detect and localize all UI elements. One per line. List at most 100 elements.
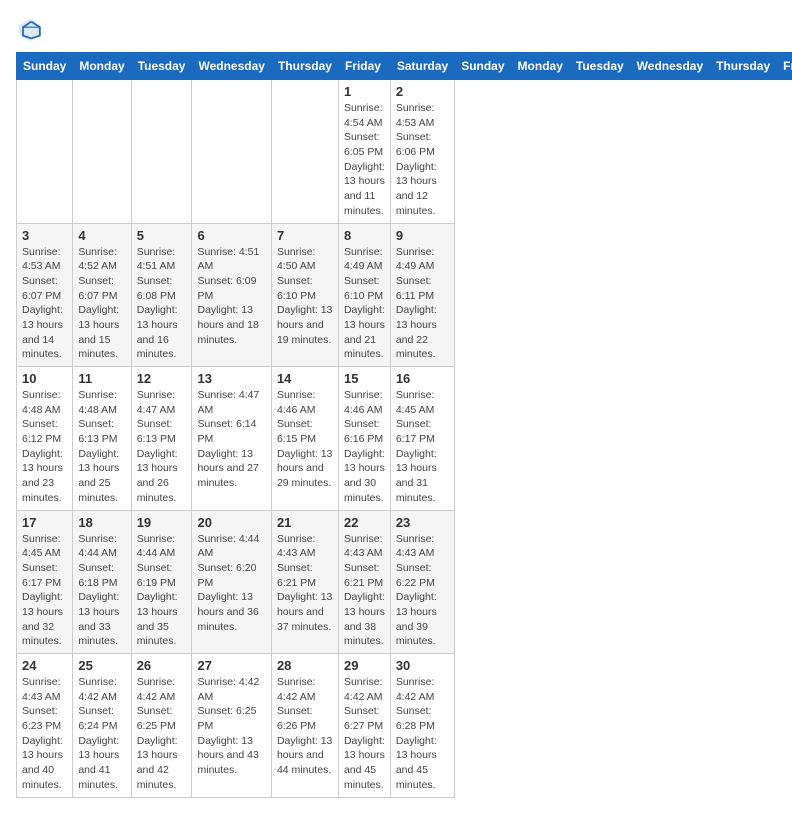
calendar-cell: 3 Sunrise: 4:53 AM Sunset: 6:07 PM Daylig…: [17, 223, 73, 367]
day-number: 28: [277, 658, 333, 673]
day-info: Sunrise: 4:46 AM Sunset: 6:16 PM Dayligh…: [344, 388, 385, 506]
day-info: Sunrise: 4:49 AM Sunset: 6:11 PM Dayligh…: [396, 245, 449, 363]
calendar-cell: 29 Sunrise: 4:42 AM Sunset: 6:27 PM Dayli…: [338, 654, 390, 798]
day-info: Sunrise: 4:53 AM Sunset: 6:07 PM Dayligh…: [22, 245, 67, 363]
calendar-cell: 7 Sunrise: 4:50 AM Sunset: 6:10 PM Daylig…: [271, 223, 338, 367]
calendar-cell: 25 Sunrise: 4:42 AM Sunset: 6:24 PM Dayli…: [73, 654, 131, 798]
calendar-cell: 14 Sunrise: 4:46 AM Sunset: 6:15 PM Dayli…: [271, 367, 338, 511]
calendar-cell: 22 Sunrise: 4:43 AM Sunset: 6:21 PM Dayli…: [338, 510, 390, 654]
day-info: Sunrise: 4:43 AM Sunset: 6:21 PM Dayligh…: [277, 532, 333, 635]
day-info: Sunrise: 4:42 AM Sunset: 6:24 PM Dayligh…: [78, 675, 125, 793]
week-row-1: 1 Sunrise: 4:54 AM Sunset: 6:05 PM Daylig…: [17, 80, 792, 224]
day-info: Sunrise: 4:54 AM Sunset: 6:05 PM Dayligh…: [344, 101, 385, 219]
day-number: 23: [396, 515, 449, 530]
day-info: Sunrise: 4:44 AM Sunset: 6:20 PM Dayligh…: [197, 532, 265, 635]
calendar-cell: 27 Sunrise: 4:42 AM Sunset: 6:25 PM Dayli…: [192, 654, 271, 798]
day-info: Sunrise: 4:44 AM Sunset: 6:19 PM Dayligh…: [137, 532, 187, 650]
day-number: 7: [277, 228, 333, 243]
day-info: Sunrise: 4:43 AM Sunset: 6:23 PM Dayligh…: [22, 675, 67, 793]
day-info: Sunrise: 4:50 AM Sunset: 6:10 PM Dayligh…: [277, 245, 333, 348]
day-info: Sunrise: 4:47 AM Sunset: 6:13 PM Dayligh…: [137, 388, 187, 506]
day-info: Sunrise: 4:47 AM Sunset: 6:14 PM Dayligh…: [197, 388, 265, 491]
day-number: 21: [277, 515, 333, 530]
calendar-cell: 26 Sunrise: 4:42 AM Sunset: 6:25 PM Dayli…: [131, 654, 192, 798]
calendar-cell: 4 Sunrise: 4:52 AM Sunset: 6:07 PM Daylig…: [73, 223, 131, 367]
col-header-thursday: Thursday: [710, 53, 777, 80]
calendar-cell: 15Sunrise: 4:46 AM Sunset: 6:16 PM Dayli…: [338, 367, 390, 511]
day-info: Sunrise: 4:51 AM Sunset: 6:08 PM Dayligh…: [137, 245, 187, 363]
calendar-cell: 6 Sunrise: 4:51 AM Sunset: 6:09 PM Daylig…: [192, 223, 271, 367]
header-friday: Friday: [338, 53, 390, 80]
day-info: Sunrise: 4:43 AM Sunset: 6:21 PM Dayligh…: [344, 532, 385, 650]
day-info: Sunrise: 4:48 AM Sunset: 6:13 PM Dayligh…: [78, 388, 125, 506]
day-info: Sunrise: 4:51 AM Sunset: 6:09 PM Dayligh…: [197, 245, 265, 348]
day-number: 3: [22, 228, 67, 243]
header-saturday: Saturday: [390, 53, 454, 80]
calendar-cell: [131, 80, 192, 224]
calendar-cell: [271, 80, 338, 224]
day-info: Sunrise: 4:52 AM Sunset: 6:07 PM Dayligh…: [78, 245, 125, 363]
day-number: 12: [137, 371, 187, 386]
day-number: 25: [78, 658, 125, 673]
calendar-cell: 21 Sunrise: 4:43 AM Sunset: 6:21 PM Dayli…: [271, 510, 338, 654]
calendar-cell: [17, 80, 73, 224]
calendar-cell: 23Sunrise: 4:43 AM Sunset: 6:22 PM Dayli…: [390, 510, 454, 654]
col-header-sunday: Sunday: [455, 53, 511, 80]
calendar-cell: 30Sunrise: 4:42 AM Sunset: 6:28 PM Dayli…: [390, 654, 454, 798]
day-number: 29: [344, 658, 385, 673]
calendar-cell: 11Sunrise: 4:48 AM Sunset: 6:13 PM Dayli…: [73, 367, 131, 511]
header: [16, 16, 776, 44]
day-info: Sunrise: 4:46 AM Sunset: 6:15 PM Dayligh…: [277, 388, 333, 491]
calendar-cell: [192, 80, 271, 224]
calendar-cell: 8Sunrise: 4:49 AM Sunset: 6:10 PM Daylig…: [338, 223, 390, 367]
day-number: 6: [197, 228, 265, 243]
day-number: 14: [277, 371, 333, 386]
week-row-5: 24Sunrise: 4:43 AM Sunset: 6:23 PM Dayli…: [17, 654, 792, 798]
day-info: Sunrise: 4:42 AM Sunset: 6:26 PM Dayligh…: [277, 675, 333, 778]
calendar-cell: 28 Sunrise: 4:42 AM Sunset: 6:26 PM Dayli…: [271, 654, 338, 798]
calendar-cell: 5Sunrise: 4:51 AM Sunset: 6:08 PM Daylig…: [131, 223, 192, 367]
day-info: Sunrise: 4:49 AM Sunset: 6:10 PM Dayligh…: [344, 245, 385, 363]
day-number: 20: [197, 515, 265, 530]
logo: [16, 16, 48, 44]
day-number: 17: [22, 515, 67, 530]
col-header-friday: Friday: [777, 53, 792, 80]
day-info: Sunrise: 4:42 AM Sunset: 6:27 PM Dayligh…: [344, 675, 385, 793]
col-header-tuesday: Tuesday: [569, 53, 630, 80]
calendar-cell: [73, 80, 131, 224]
day-number: 27: [197, 658, 265, 673]
col-header-wednesday: Wednesday: [630, 53, 709, 80]
col-header-monday: Monday: [511, 53, 569, 80]
day-info: Sunrise: 4:48 AM Sunset: 6:12 PM Dayligh…: [22, 388, 67, 506]
calendar-cell: 10Sunrise: 4:48 AM Sunset: 6:12 PM Dayli…: [17, 367, 73, 511]
day-number: 22: [344, 515, 385, 530]
day-info: Sunrise: 4:42 AM Sunset: 6:28 PM Dayligh…: [396, 675, 449, 793]
day-number: 26: [137, 658, 187, 673]
calendar-cell: 12 Sunrise: 4:47 AM Sunset: 6:13 PM Dayli…: [131, 367, 192, 511]
day-info: Sunrise: 4:45 AM Sunset: 6:17 PM Dayligh…: [22, 532, 67, 650]
calendar-cell: 1 Sunrise: 4:54 AM Sunset: 6:05 PM Daylig…: [338, 80, 390, 224]
day-number: 2: [396, 84, 449, 99]
day-info: Sunrise: 4:44 AM Sunset: 6:18 PM Dayligh…: [78, 532, 125, 650]
calendar-cell: 2 Sunrise: 4:53 AM Sunset: 6:06 PM Daylig…: [390, 80, 454, 224]
header-tuesday: Tuesday: [131, 53, 192, 80]
calendar-cell: 24Sunrise: 4:43 AM Sunset: 6:23 PM Dayli…: [17, 654, 73, 798]
header-wednesday: Wednesday: [192, 53, 271, 80]
day-number: 19: [137, 515, 187, 530]
calendar-header-row: SundayMondayTuesdayWednesdayThursdayFrid…: [17, 53, 792, 80]
calendar-cell: 17 Sunrise: 4:45 AM Sunset: 6:17 PM Dayli…: [17, 510, 73, 654]
day-info: Sunrise: 4:45 AM Sunset: 6:17 PM Dayligh…: [396, 388, 449, 506]
day-number: 1: [344, 84, 385, 99]
day-info: Sunrise: 4:42 AM Sunset: 6:25 PM Dayligh…: [197, 675, 265, 778]
week-row-4: 17 Sunrise: 4:45 AM Sunset: 6:17 PM Dayli…: [17, 510, 792, 654]
day-number: 9: [396, 228, 449, 243]
day-number: 4: [78, 228, 125, 243]
calendar-cell: 18Sunrise: 4:44 AM Sunset: 6:18 PM Dayli…: [73, 510, 131, 654]
calendar-cell: 9 Sunrise: 4:49 AM Sunset: 6:11 PM Daylig…: [390, 223, 454, 367]
day-info: Sunrise: 4:53 AM Sunset: 6:06 PM Dayligh…: [396, 101, 449, 219]
day-info: Sunrise: 4:42 AM Sunset: 6:25 PM Dayligh…: [137, 675, 187, 793]
calendar-cell: 20 Sunrise: 4:44 AM Sunset: 6:20 PM Dayli…: [192, 510, 271, 654]
header-monday: Monday: [73, 53, 131, 80]
day-number: 16: [396, 371, 449, 386]
calendar-cell: 16 Sunrise: 4:45 AM Sunset: 6:17 PM Dayli…: [390, 367, 454, 511]
